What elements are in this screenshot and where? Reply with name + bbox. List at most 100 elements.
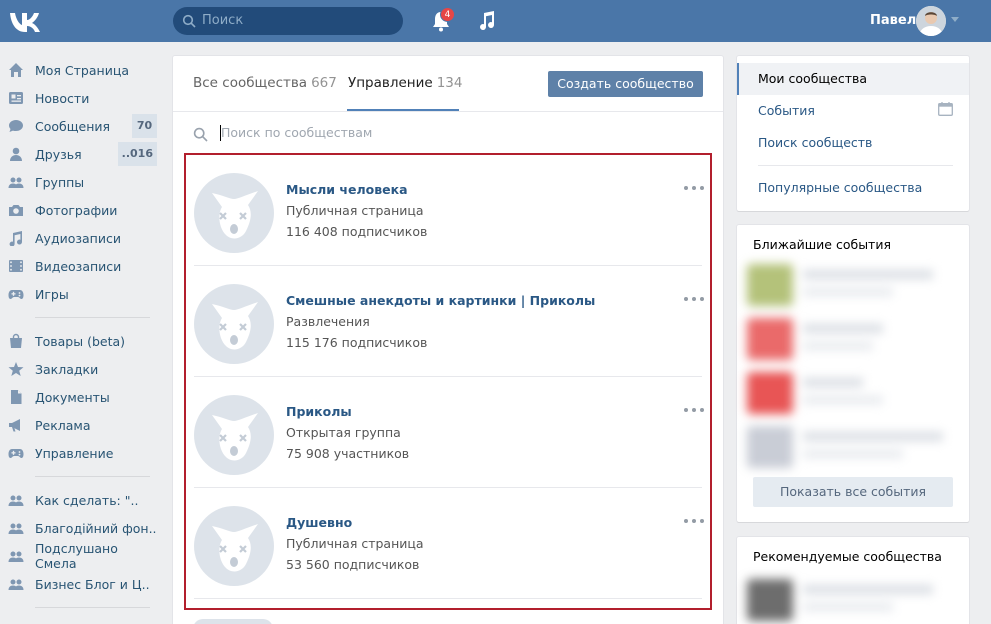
sidebar-item-community-2[interactable]: Благодiйний фон..	[0, 514, 160, 542]
tab-count: 134	[436, 75, 463, 91]
sidebar-item-label: Друзья	[35, 146, 82, 162]
camera-icon	[9, 205, 23, 216]
list-item[interactable]: Душевно Публичная страница 53 560 подпис…	[186, 488, 710, 599]
event-item-blurred[interactable]	[747, 368, 947, 416]
sidebar-item-documents[interactable]: Документы	[0, 383, 160, 411]
menu-item-search-communities[interactable]: Поиск сообществ	[737, 127, 969, 159]
sidebar-item-management[interactable]: Управление	[0, 439, 160, 467]
gamepad-icon	[8, 290, 24, 299]
sidebar-item-my-page[interactable]: Моя Страница	[0, 56, 160, 84]
news-icon	[9, 92, 23, 104]
sidebar-item-community-1[interactable]: Как сделать: "..	[0, 486, 160, 514]
sidebar-item-label: Группы	[35, 174, 85, 190]
calendar-icon[interactable]	[938, 102, 953, 116]
show-all-events-button[interactable]: Показать все события	[753, 477, 953, 507]
deactivated-dog-icon	[212, 413, 258, 461]
event-item-blurred[interactable]	[747, 260, 947, 308]
vk-logo-icon[interactable]	[8, 8, 42, 34]
event-text-line	[803, 288, 893, 296]
community-name[interactable]: Душевно	[286, 515, 352, 530]
sidebar-item-games[interactable]: Игры	[0, 280, 160, 308]
sidebar-item-label: Благодiйний фон..	[35, 520, 157, 536]
groups-icon	[8, 495, 24, 506]
sidebar-item-community-3[interactable]: Подслушано Смела	[0, 541, 160, 571]
header-search-input[interactable]: Поиск	[173, 7, 403, 35]
user-avatar[interactable]	[916, 6, 946, 36]
community-avatar[interactable]	[194, 173, 274, 253]
sidebar-item-audio[interactable]: Аудиозаписи	[0, 224, 160, 252]
community-avatar-partial[interactable]	[193, 619, 273, 624]
deactivated-dog-icon	[212, 524, 258, 572]
sidebar-item-label: Управление	[35, 445, 114, 461]
more-options-icon[interactable]	[683, 407, 705, 413]
sidebar-item-label: Товары (beta)	[35, 333, 126, 349]
recommended-item-blurred[interactable]	[747, 575, 947, 623]
deactivated-dog-icon	[212, 191, 258, 239]
event-text-line	[803, 450, 903, 458]
friends-icon	[10, 147, 22, 161]
menu-item-events[interactable]: События	[737, 95, 969, 127]
chevron-down-icon[interactable]	[951, 17, 959, 22]
menu-item-my-communities[interactable]: Мои сообщества	[737, 63, 969, 95]
tab-all-communities[interactable]: Все сообщества 667	[193, 75, 337, 91]
more-options-icon[interactable]	[683, 185, 705, 191]
community-name[interactable]: Приколы	[286, 404, 352, 419]
sidebar-item-label: Игры	[35, 286, 69, 302]
sidebar-item-bookmarks[interactable]: Закладки	[0, 355, 160, 383]
music-icon[interactable]	[478, 10, 496, 32]
community-search-input[interactable]: Поиск по сообществам	[173, 112, 723, 156]
community-name[interactable]: Мысли человека	[286, 182, 408, 197]
menu-divider	[758, 165, 953, 166]
community-avatar[interactable]	[194, 506, 274, 586]
event-item-blurred[interactable]	[747, 422, 947, 470]
sidebar-item-groups[interactable]: Группы	[0, 168, 160, 196]
list-item[interactable]: Смешные анекдоты и картинки | Приколы Ра…	[186, 266, 710, 377]
recommended-text-line	[803, 603, 893, 611]
groups-icon	[8, 177, 24, 188]
community-subscribers: 116 408 подписчиков	[286, 224, 428, 239]
sidebar-item-label: Подслушано Смела	[35, 541, 118, 571]
more-options-icon[interactable]	[683, 296, 705, 302]
sidebar-divider	[35, 476, 150, 477]
community-avatar[interactable]	[194, 284, 274, 364]
search-icon	[182, 14, 196, 28]
event-image	[747, 264, 793, 306]
tab-management[interactable]: Управление 134	[348, 75, 462, 91]
more-options-icon[interactable]	[683, 518, 705, 524]
video-icon	[9, 260, 23, 272]
menu-item-popular-communities[interactable]: Популярные сообщества	[737, 172, 969, 204]
list-item[interactable]: Приколы Открытая группа 75 908 участнико…	[186, 377, 710, 488]
sidebar-item-community-4[interactable]: Бизнес Блог и Ц..	[0, 570, 160, 598]
sidebar-group-tools: Товары (beta) Закладки Документы Реклама…	[0, 327, 160, 467]
bag-icon	[10, 333, 22, 348]
document-icon	[11, 390, 22, 404]
communities-panel: Все сообщества 667 Управление 134 Создать …	[173, 56, 723, 624]
friends-count-badge: ..016	[117, 142, 157, 166]
sidebar-item-label: Сообщения	[35, 118, 111, 134]
community-subscribers: 115 176 подписчиков	[286, 335, 428, 350]
sidebar-item-ads[interactable]: Реклама	[0, 411, 160, 439]
sidebar-item-video[interactable]: Видеозаписи	[0, 252, 160, 280]
groups-icon	[8, 579, 24, 590]
row-divider	[194, 598, 702, 599]
event-image	[747, 372, 793, 414]
home-icon	[9, 63, 23, 77]
list-item[interactable]: Мысли человека Публичная страница 116 40…	[186, 155, 710, 266]
community-avatar[interactable]	[194, 395, 274, 475]
sidebar-item-photos[interactable]: Фотографии	[0, 196, 160, 224]
event-text-line	[803, 432, 943, 441]
sidebar-item-label: Закладки	[35, 361, 99, 377]
user-name[interactable]: Павел	[870, 13, 916, 28]
community-type: Развлечения	[286, 314, 370, 329]
create-community-button[interactable]: Создать сообщество	[548, 71, 703, 97]
communities-filter-menu: Мои сообщества События Поиск сообществ П…	[737, 56, 969, 211]
events-title: Ближайшие события	[753, 237, 891, 252]
left-sidebar: Моя Страница Новости Сообщения 70 Друзья…	[0, 56, 160, 617]
sidebar-item-news[interactable]: Новости	[0, 84, 160, 112]
sidebar-item-friends[interactable]: Друзья ..016	[0, 140, 160, 168]
event-text-line	[803, 396, 883, 404]
sidebar-item-market[interactable]: Товары (beta)	[0, 327, 160, 355]
community-name[interactable]: Смешные анекдоты и картинки | Приколы	[286, 293, 595, 308]
event-item-blurred[interactable]	[747, 314, 947, 362]
sidebar-item-messages[interactable]: Сообщения 70	[0, 112, 160, 140]
